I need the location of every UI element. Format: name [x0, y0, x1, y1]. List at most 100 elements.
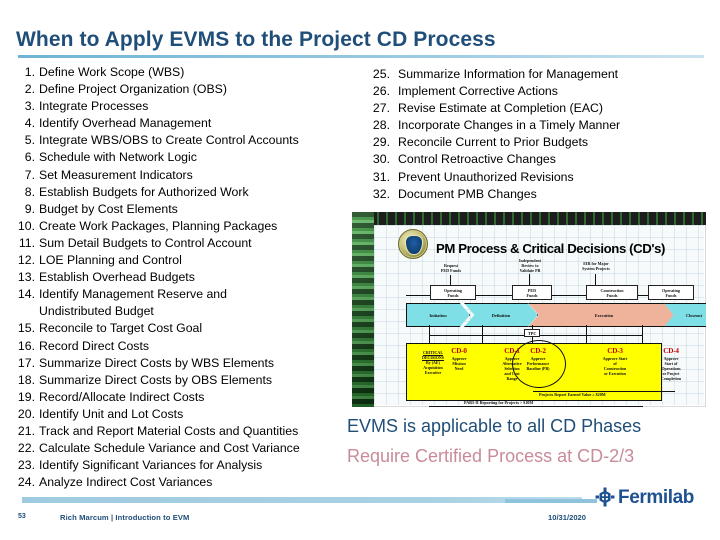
list-item-label: Document PMB Changes: [398, 186, 537, 201]
list-item: 31. Prevent Unauthorized Revisions: [366, 169, 706, 186]
list-item-label: Integrate WBS/OBS to Create Control Acco…: [39, 133, 299, 148]
footer-rule-accent: [505, 499, 597, 503]
list-item-number: 20.: [17, 406, 35, 421]
diagram-left-green-band: [352, 212, 374, 407]
list-item-number: 4.: [24, 116, 35, 131]
list-item-number: 18.: [17, 372, 35, 387]
list-item-label: Undistributed Budget: [39, 304, 154, 319]
cd-item-3: CD-3 Approve Start of Construction or Execu…: [589, 347, 641, 376]
funding-box-operating-2: Operating Funds: [648, 285, 694, 301]
list-item-label: Create Work Packages, Planning Packages: [39, 218, 278, 233]
footer-presenter-line: Rich Marcum | Introduction to EVM: [60, 513, 190, 522]
cd-item-0: CD-0 Approve Mission Need: [433, 347, 485, 371]
list-item-number: 9.: [24, 201, 35, 216]
diagram-note-independent-review: Independent Review to Validate PB: [518, 258, 542, 274]
emphasis-line-1: EVMS is applicable to all CD Phases: [347, 416, 642, 436]
list-item-number: 28.: [372, 118, 390, 133]
cd-code: CD-4: [663, 347, 679, 355]
list-item-number: 24.: [17, 475, 35, 490]
list-item: 1. Define Work Scope (WBS): [12, 64, 357, 81]
list-item-number: 27.: [372, 101, 390, 116]
list-item-number: 1.: [24, 65, 35, 79]
caption-pars-reporting: PARS II Reporting for Projects > $10M: [464, 400, 534, 405]
list-item-number: 26.: [372, 84, 390, 99]
list-item-number: 16.: [17, 338, 35, 353]
cd-code: CD-3: [607, 347, 623, 355]
list-item: 11. Sum Detail Budgets to Control Account: [12, 235, 357, 252]
diagram-note-eir-major-projects: EIR for Major System Projects: [582, 261, 610, 272]
tpc-label: TPC: [524, 329, 541, 337]
cd4-pointer: [642, 325, 643, 343]
cd-code: CD-2: [530, 347, 546, 355]
list-item-number: 12.: [17, 253, 35, 268]
list-item-label: Identify Significant Variances for Analy…: [39, 458, 263, 473]
list-item-number: 25.: [372, 67, 390, 81]
list-item: 32. Document PMB Changes: [366, 186, 706, 203]
list-item-label: Establish Overhead Budgets: [39, 270, 195, 285]
list-item: 25. Summarize Information for Management: [366, 66, 706, 83]
list-item-number: 13.: [17, 270, 35, 285]
list-item-number: 17.: [17, 355, 35, 370]
list-item: 16. Record Direct Costs: [12, 338, 357, 355]
cd-item-2: CD-2 Approve Performance Baseline (PB): [512, 347, 564, 371]
diagram-title: PM Process & Critical Decisions (CD's): [436, 241, 666, 256]
list-item-label: Implement Corrective Actions: [398, 84, 558, 99]
list-item: 23. Identify Significant Variances for An…: [12, 457, 357, 474]
list-item-label: Revise Estimate at Completion (EAC): [398, 101, 604, 116]
diagram-note-request-ped-funds: Request PED Funds: [440, 263, 462, 274]
list-item-number: 32.: [372, 186, 390, 201]
list-item: 2. Define Project Organization (OBS): [12, 81, 357, 98]
phase-label: Execution: [594, 312, 614, 318]
list-item: 4. Identify Overhead Management: [12, 115, 357, 132]
phase-label: Definition: [491, 312, 511, 318]
list-item-label: Incorporate Changes in a Timely Manner: [398, 118, 621, 133]
list-item-label: Schedule with Network Logic: [39, 150, 197, 165]
list-item: 21. Track and Report Material Costs and Q…: [12, 423, 357, 440]
fermilab-logo-icon: [595, 487, 615, 507]
list-item-label: Define Work Scope (WBS): [39, 65, 185, 79]
list-item: 12. LOE Planning and Control: [12, 252, 357, 269]
funding-box-construction: Construction Funds: [586, 285, 638, 301]
footer-rule: [22, 497, 582, 503]
list-item-label: Record/Allocate Indirect Costs: [39, 389, 205, 404]
list-item: 9. Budget by Cost Elements: [12, 201, 357, 218]
page-title: When to Apply EVMS to the Project CD Pro…: [16, 28, 496, 51]
list-item: 10. Create Work Packages, Planning Packag…: [12, 218, 357, 235]
critical-decisions-box: CRITICAL DECISIONS By (AE) Acquisition Execu…: [406, 340, 681, 401]
list-item-label: Summarize Direct Costs by WBS Elements: [39, 355, 275, 370]
list-item: 15. Reconcile to Target Cost Goal: [12, 320, 357, 337]
list-item-number: 29.: [372, 135, 390, 150]
list-item-label: Control Retroactive Changes: [398, 152, 556, 167]
cd3-pointer: [586, 325, 587, 343]
list-item: 14. Identify Management Reserve and: [12, 286, 357, 303]
funding-box-ped: PED Funds: [512, 285, 552, 301]
caption-earned-value: Projects Report Earned Value ≥ $20M: [539, 392, 606, 397]
phase-definition: Definition: [464, 303, 538, 327]
emphasis-line-2: Require Certified Process at CD-2/3: [347, 446, 635, 466]
title-underline-rule: [18, 55, 704, 58]
list-item-number: 8.: [24, 184, 35, 199]
cd-item-4: CD-4 Approve Start of Operations or Project…: [645, 347, 697, 381]
list-item-number: 11.: [18, 235, 35, 250]
list-item-label: Identify Overhead Management: [39, 116, 212, 131]
list-item-label: Reconcile to Target Cost Goal: [39, 321, 203, 336]
cd-desc: Approve Start of Construction or Execution: [602, 356, 628, 376]
list-item-label: Identify Management Reserve and: [39, 287, 227, 302]
phase-label: Closeout: [686, 312, 702, 318]
cd-desc: Approve Performance Baseline (PB): [526, 356, 550, 371]
pars-span-line: [429, 406, 643, 407]
list-item: 6. Schedule with Network Logic: [12, 149, 357, 166]
cd-desc: Approve Mission Need: [451, 356, 467, 371]
list-item-label: Integrate Processes: [39, 99, 149, 114]
fermilab-wordmark: Fermilab: [618, 486, 694, 508]
fermilab-brand: Fermilab: [595, 487, 694, 507]
list-item-label: Identify Unit and Lot Costs: [39, 406, 184, 421]
list-item-label: LOE Planning and Control: [39, 253, 182, 268]
list-item: 5. Integrate WBS/OBS to Create Control Ac…: [12, 132, 357, 149]
evms-guideline-list-right: 25. Summarize Information for Management 2…: [366, 66, 706, 203]
list-item-number: 15.: [17, 321, 35, 336]
list-item-number: 22.: [17, 441, 35, 456]
list-item-number: 21.: [17, 423, 35, 438]
list-item-number: 30.: [372, 152, 390, 167]
list-item-label: Calculate Schedule Variance and Cost Var…: [39, 441, 300, 456]
